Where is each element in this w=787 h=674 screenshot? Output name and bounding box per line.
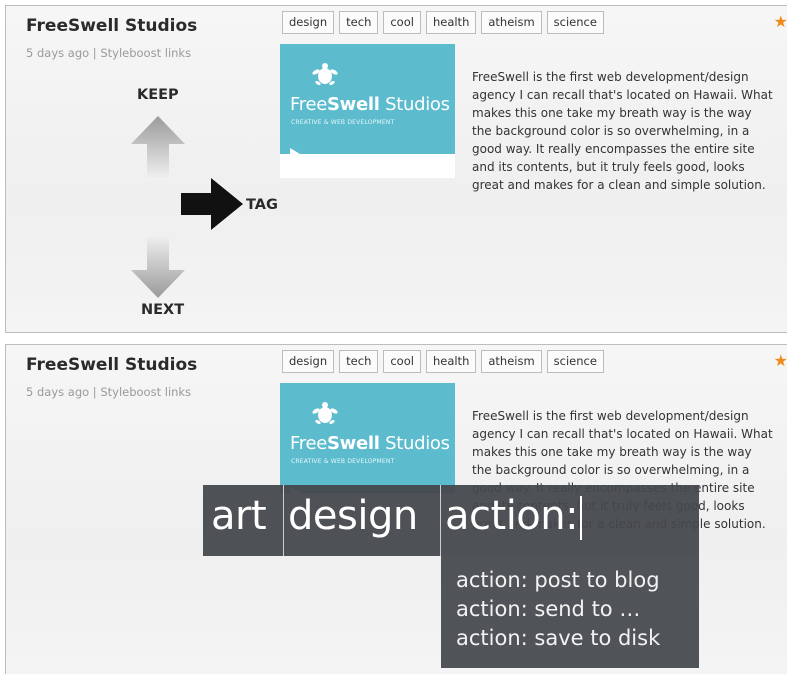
post-meta: 5 days ago | Styleboost links bbox=[26, 385, 192, 399]
turtle-icon bbox=[312, 63, 338, 86]
thumbnail-tagline: CREATIVE & WEB DEVELOPMENT bbox=[291, 458, 395, 465]
tag-cool[interactable]: cool bbox=[383, 350, 421, 373]
post-title[interactable]: FreeSwell Studios bbox=[26, 355, 197, 375]
play-icon bbox=[290, 148, 300, 160]
text-caret bbox=[580, 496, 583, 540]
suggestion-post-to-blog[interactable]: action: post to blog bbox=[441, 566, 699, 595]
arrow-up-icon[interactable] bbox=[131, 116, 185, 180]
post-description: FreeSwell is the first web development/d… bbox=[472, 70, 773, 192]
tag-science[interactable]: science bbox=[546, 11, 604, 34]
next-label: NEXT bbox=[141, 302, 185, 318]
arrow-down-icon[interactable] bbox=[131, 234, 185, 298]
tag-atheism[interactable]: atheism bbox=[481, 11, 542, 34]
command-bar[interactable]: art design action: bbox=[203, 485, 699, 556]
command-token-design[interactable]: design bbox=[283, 485, 418, 556]
tag-list: design tech cool health atheism science bbox=[282, 350, 604, 373]
keep-label: KEEP bbox=[137, 87, 179, 103]
command-token-action: action: bbox=[445, 493, 579, 539]
tag-tech[interactable]: tech bbox=[339, 350, 379, 373]
tag-list: design tech cool health atheism science bbox=[282, 11, 604, 34]
tag-atheism[interactable]: atheism bbox=[481, 350, 542, 373]
post-meta: 5 days ago | Styleboost links bbox=[26, 46, 192, 60]
arrow-right-icon[interactable] bbox=[181, 178, 243, 230]
thumbnail-brand: FreeSwell Studios bbox=[290, 94, 450, 115]
thumbnail-brand: FreeSwell Studios bbox=[290, 433, 450, 454]
suggestion-list: action: post to blog action: send to … a… bbox=[441, 556, 699, 668]
tag-design[interactable]: design bbox=[282, 350, 335, 373]
post-thumbnail[interactable]: FreeSwell Studios CREATIVE & WEB DEVELOP… bbox=[280, 44, 455, 178]
command-token-art[interactable]: art bbox=[211, 485, 267, 556]
post-title[interactable]: FreeSwell Studios bbox=[26, 16, 197, 36]
suggestion-save-to-disk[interactable]: action: save to disk bbox=[441, 624, 699, 653]
tag-label: TAG bbox=[246, 197, 278, 213]
command-input[interactable]: action: bbox=[440, 485, 583, 556]
tag-science[interactable]: science bbox=[546, 350, 604, 373]
thumbnail-band bbox=[280, 154, 455, 178]
tag-health[interactable]: health bbox=[425, 350, 477, 373]
tag-tech[interactable]: tech bbox=[339, 11, 379, 34]
turtle-icon bbox=[312, 402, 338, 425]
star-icon[interactable]: ★ bbox=[774, 351, 787, 370]
star-icon[interactable]: ★ bbox=[774, 12, 787, 31]
post-card-top: FreeSwell Studios 5 days ago | Styleboos… bbox=[5, 5, 787, 333]
tag-design[interactable]: design bbox=[282, 11, 335, 34]
thumbnail-tagline: CREATIVE & WEB DEVELOPMENT bbox=[291, 119, 395, 126]
tag-health[interactable]: health bbox=[425, 11, 477, 34]
suggestion-send-to[interactable]: action: send to … bbox=[441, 595, 699, 624]
tag-cool[interactable]: cool bbox=[383, 11, 421, 34]
